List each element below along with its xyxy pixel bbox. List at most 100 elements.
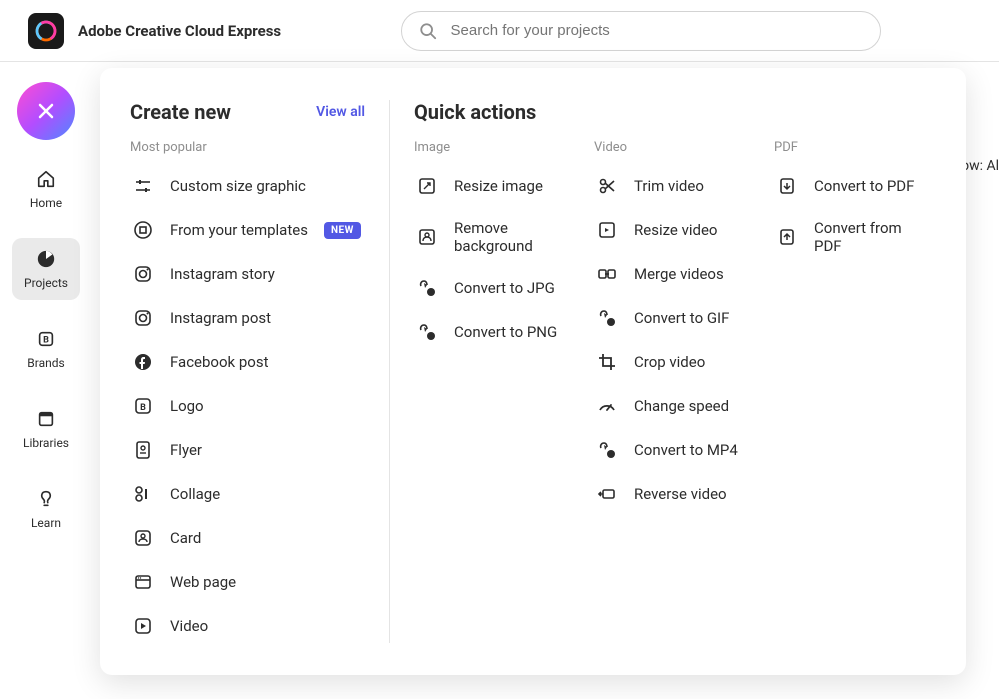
convert-icon	[596, 307, 618, 329]
quick-convert-mp4[interactable]: Convert to MP4	[594, 433, 754, 467]
most-popular-label: Most popular	[130, 140, 365, 155]
quick-resize-video[interactable]: Resize video	[594, 213, 754, 247]
item-label: Facebook post	[170, 353, 269, 371]
create-item-card[interactable]: Card	[130, 521, 365, 555]
facebook-icon	[132, 351, 154, 373]
projects-icon	[35, 248, 57, 270]
resize-image-icon	[416, 175, 438, 197]
instagram-icon	[132, 263, 154, 285]
item-label: Convert to MP4	[634, 441, 738, 459]
sidebar-item-libraries[interactable]: Libraries	[12, 398, 80, 460]
home-icon	[35, 168, 57, 190]
item-label: Reverse video	[634, 485, 727, 503]
create-item-flyer[interactable]: Flyer	[130, 433, 365, 467]
item-label: Video	[170, 617, 208, 635]
video-icon	[132, 615, 154, 637]
libraries-icon	[35, 408, 57, 430]
sidebar-item-projects[interactable]: Projects	[12, 238, 80, 300]
search-input[interactable]	[451, 22, 865, 39]
item-label: Crop video	[634, 353, 705, 371]
quick-convert-to-pdf[interactable]: Convert to PDF	[774, 169, 934, 203]
create-item-video[interactable]: Video	[130, 609, 365, 643]
quick-col-video: Video Trim video Resize video Merge vide…	[594, 140, 754, 511]
collage-icon	[132, 483, 154, 505]
item-label: Flyer	[170, 441, 202, 459]
resize-video-icon	[596, 219, 618, 241]
svg-text:B: B	[140, 403, 146, 413]
sidebar-item-label: Libraries	[23, 436, 69, 450]
svg-text:B: B	[43, 336, 49, 346]
sidebar-item-label: Projects	[24, 276, 68, 290]
sidebar-item-brands[interactable]: B Brands	[12, 318, 80, 380]
app-logo	[28, 13, 64, 49]
new-badge: NEW	[324, 222, 361, 239]
quick-convert-from-pdf[interactable]: Convert from PDF	[774, 213, 934, 261]
create-item-facebook-post[interactable]: Facebook post	[130, 345, 365, 379]
quick-col-pdf: PDF Convert to PDF Convert from PDF	[774, 140, 934, 511]
sidebar-item-home[interactable]: Home	[12, 158, 80, 220]
quick-actions-column: Quick actions Image Resize image Remove …	[390, 100, 934, 643]
sidebar: Home Projects B Brands Libraries Learn	[0, 78, 92, 540]
item-label: Merge videos	[634, 265, 724, 283]
custom-size-icon	[132, 175, 154, 197]
reverse-icon	[596, 483, 618, 505]
search-wrap	[401, 11, 881, 51]
trim-icon	[596, 175, 618, 197]
create-new-title: Create new	[130, 100, 231, 124]
crop-icon	[596, 351, 618, 373]
create-item-collage[interactable]: Collage	[130, 477, 365, 511]
item-label: Convert to PNG	[454, 323, 557, 341]
quick-change-speed[interactable]: Change speed	[594, 389, 754, 423]
create-item-instagram-post[interactable]: Instagram post	[130, 301, 365, 335]
sidebar-item-learn[interactable]: Learn	[12, 478, 80, 540]
create-item-webpage[interactable]: Web page	[130, 565, 365, 599]
templates-icon	[132, 219, 154, 241]
create-new-column: Create new View all Most popular Custom …	[130, 100, 390, 643]
close-button[interactable]	[17, 82, 75, 140]
item-label: Logo	[170, 397, 204, 415]
item-label: Custom size graphic	[170, 177, 306, 195]
remove-bg-icon	[416, 226, 438, 248]
convert-icon	[416, 321, 438, 343]
quick-convert-jpg[interactable]: Convert to JPG	[414, 271, 574, 305]
app-title: Adobe Creative Cloud Express	[78, 22, 281, 40]
quick-trim-video[interactable]: Trim video	[594, 169, 754, 203]
sidebar-item-label: Home	[30, 196, 62, 210]
quick-remove-bg[interactable]: Remove background	[414, 213, 574, 261]
image-col-label: Image	[414, 140, 574, 155]
item-label: Trim video	[634, 177, 704, 195]
background-text: ow: Al	[961, 158, 999, 174]
create-item-custom-size[interactable]: Custom size graphic	[130, 169, 365, 203]
top-bar: Adobe Creative Cloud Express	[0, 0, 999, 62]
quick-crop-video[interactable]: Crop video	[594, 345, 754, 379]
item-label: Collage	[170, 485, 220, 503]
create-item-templates[interactable]: From your templates NEW	[130, 213, 365, 247]
flyer-icon	[132, 439, 154, 461]
quick-merge-videos[interactable]: Merge videos	[594, 257, 754, 291]
pdf-col-label: PDF	[774, 140, 934, 155]
view-all-link[interactable]: View all	[316, 104, 365, 120]
search-box[interactable]	[401, 11, 881, 51]
search-icon	[418, 20, 438, 42]
quick-convert-gif[interactable]: Convert to GIF	[594, 301, 754, 335]
quick-actions-title: Quick actions	[414, 100, 536, 124]
item-label: Instagram story	[170, 265, 275, 283]
convert-icon	[416, 277, 438, 299]
item-label: Convert to GIF	[634, 309, 729, 327]
card-icon	[132, 527, 154, 549]
item-label: Change speed	[634, 397, 729, 415]
quick-reverse-video[interactable]: Reverse video	[594, 477, 754, 511]
create-item-instagram-story[interactable]: Instagram story	[130, 257, 365, 291]
item-label: Resize image	[454, 177, 543, 195]
merge-icon	[596, 263, 618, 285]
webpage-icon	[132, 571, 154, 593]
sidebar-item-label: Learn	[31, 516, 61, 530]
video-col-label: Video	[594, 140, 754, 155]
quick-resize-image[interactable]: Resize image	[414, 169, 574, 203]
create-item-logo[interactable]: B Logo	[130, 389, 365, 423]
convert-icon	[596, 439, 618, 461]
item-label: Resize video	[634, 221, 717, 239]
quick-convert-png[interactable]: Convert to PNG	[414, 315, 574, 349]
item-label: Card	[170, 529, 201, 547]
close-icon	[36, 101, 56, 121]
